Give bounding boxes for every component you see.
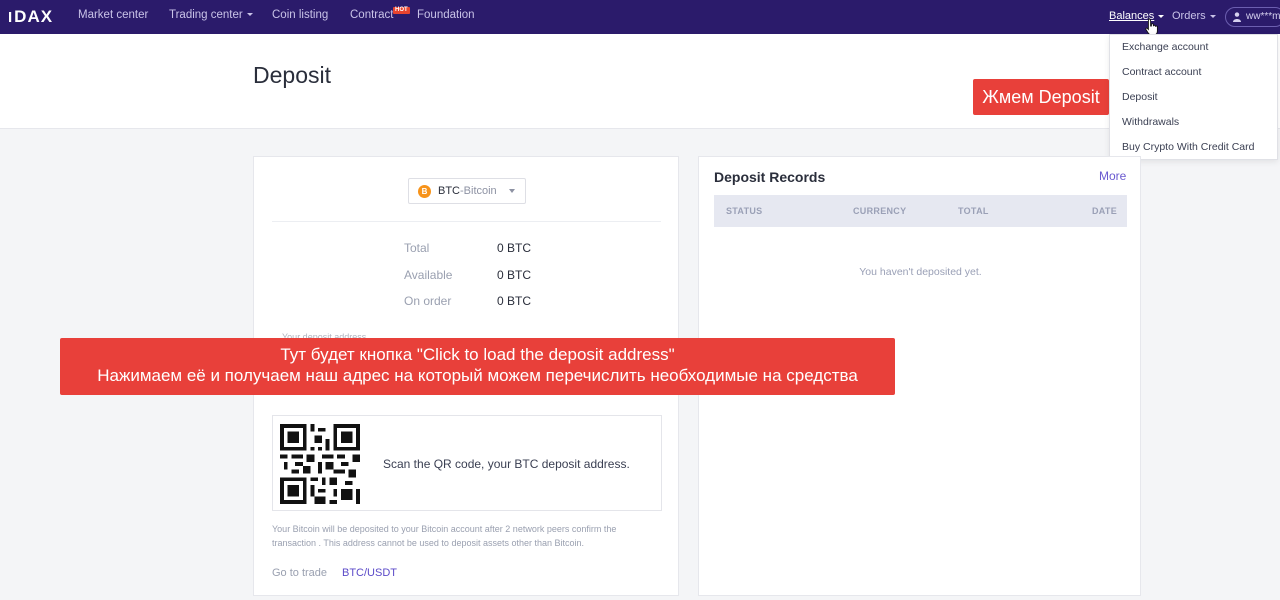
annotation-banner: Тут будет кнопка "Click to load the depo… xyxy=(60,338,895,395)
stat-total-value: 0 BTC xyxy=(497,241,532,255)
qr-panel: Scan the QR code, your BTC deposit addre… xyxy=(272,415,662,511)
menu-item-contract-account[interactable]: Contract account xyxy=(1122,66,1201,78)
column-date: DATE xyxy=(1092,206,1118,216)
banner-line-2: Нажимаем её и получаем наш адрес на кото… xyxy=(97,366,858,385)
chevron-down-icon xyxy=(1209,14,1216,18)
trade-pair-link[interactable]: BTC/USDT xyxy=(342,567,397,579)
stat-available-label: Available xyxy=(404,268,453,282)
qr-caption: Scan the QR code, your BTC deposit addre… xyxy=(383,457,630,471)
nav-trading-center[interactable]: Trading center xyxy=(169,0,253,34)
idax-logo[interactable]: IDAX xyxy=(8,6,52,28)
records-table-header: STATUS CURRENCY TOTAL DATE xyxy=(714,195,1127,227)
bitcoin-icon: B xyxy=(418,185,431,198)
chevron-down-icon xyxy=(1158,14,1165,18)
menu-item-deposit[interactable]: Deposit xyxy=(1122,91,1158,103)
column-total: TOTAL xyxy=(958,206,989,216)
stat-on-order-label: On order xyxy=(404,294,452,308)
stat-total-label: Total xyxy=(404,241,430,255)
records-title: Deposit Records xyxy=(714,169,826,185)
balances-dropdown: Exchange account Contract account Deposi… xyxy=(1109,34,1278,160)
menu-item-withdrawals[interactable]: Withdrawals xyxy=(1122,116,1179,128)
hot-badge: HOT xyxy=(393,7,410,14)
nav-orders[interactable]: Orders xyxy=(1172,0,1216,34)
coin-code: BTC xyxy=(438,185,460,197)
deposit-note: Your Bitcoin will be deposited to your B… xyxy=(272,524,617,548)
coin-select[interactable]: B BTC -Bitcoin xyxy=(408,178,526,204)
stat-available-value: 0 BTC xyxy=(497,268,532,282)
column-status: STATUS xyxy=(726,206,763,216)
qr-code-icon xyxy=(280,424,360,504)
stat-on-order-value: 0 BTC xyxy=(497,294,532,308)
more-link[interactable]: More xyxy=(1099,169,1126,183)
nav-foundation[interactable]: Foundation xyxy=(417,0,475,34)
page-title: Deposit xyxy=(253,62,331,88)
menu-item-buy-crypto[interactable]: Buy Crypto With Credit Card xyxy=(1122,141,1254,153)
coin-name: -Bitcoin xyxy=(460,185,497,197)
chevron-down-icon xyxy=(246,13,253,17)
chevron-down-icon xyxy=(509,189,515,193)
user-menu[interactable]: ww***m xyxy=(1225,7,1280,27)
banner-line-1: Тут будет кнопка "Click to load the depo… xyxy=(280,345,675,364)
top-nav-bar: IDAX Market center Trading center Coin l… xyxy=(0,0,1280,34)
column-currency: CURRENCY xyxy=(853,206,907,216)
divider xyxy=(272,221,661,222)
nav-coin-listing[interactable]: Coin listing xyxy=(272,0,328,34)
go-to-trade-label: Go to trade xyxy=(272,567,328,579)
nav-contract[interactable]: Contract HOT xyxy=(350,0,410,34)
user-icon xyxy=(1233,12,1241,22)
menu-item-exchange-account[interactable]: Exchange account xyxy=(1122,41,1208,53)
annotation-press-deposit: Жмем Deposit xyxy=(973,79,1109,115)
empty-records-message: You haven't deposited yet. xyxy=(859,266,982,278)
nav-market-center[interactable]: Market center xyxy=(78,0,148,34)
